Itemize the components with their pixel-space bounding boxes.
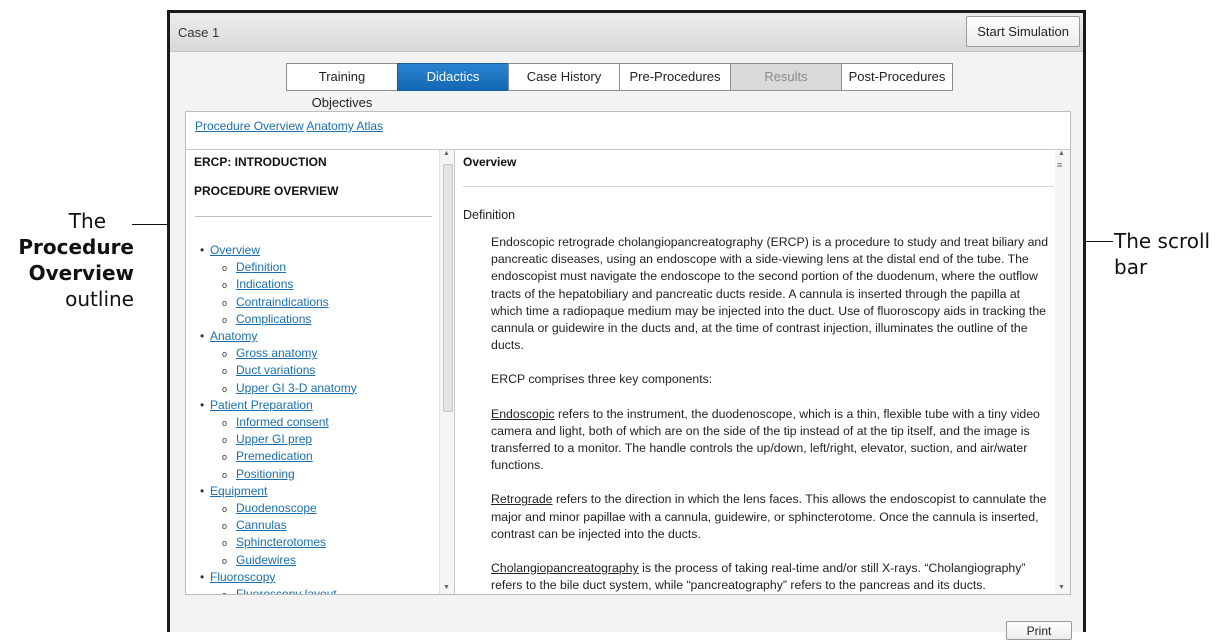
- paragraph-text: refers to the direction in which the len…: [491, 492, 1047, 541]
- scroll-up-arrow-icon[interactable]: ▲: [443, 150, 450, 157]
- outline-item: Sphincterotomes: [204, 534, 357, 552]
- outline-item: Overview: [200, 242, 357, 259]
- outline-link[interactable]: Premedication: [236, 449, 313, 463]
- tab-results: Results: [730, 63, 842, 91]
- section-heading: Definition: [463, 208, 516, 222]
- outline-item: Informed consent: [204, 414, 357, 432]
- outline-item: Upper GI 3-D anatomy: [204, 380, 357, 398]
- outline-callout: The Procedure Overview outline: [0, 208, 134, 312]
- outline-link[interactable]: Guidewires: [236, 553, 296, 567]
- outline-item: Complications: [204, 311, 357, 329]
- tab-training-objectives[interactable]: Training Objectives: [286, 63, 398, 110]
- outline-scroll-thumb[interactable]: [443, 164, 453, 412]
- print-button[interactable]: Print: [1006, 621, 1072, 640]
- content-divider: [463, 186, 1054, 187]
- scrollbar-callout: The scroll bar: [1114, 228, 1222, 280]
- didactics-panel: Procedure Overview Anatomy Atlas ERCP: I…: [185, 111, 1071, 595]
- outline-scrollbar[interactable]: ▲ ▼: [439, 150, 454, 594]
- tab-case-history[interactable]: Case History: [508, 63, 620, 91]
- outline-link[interactable]: Anatomy: [210, 329, 257, 343]
- paragraph-cholangiopancreatography: Cholangiopancreatography is the process …: [491, 560, 1053, 594]
- outline-link[interactable]: Contraindications: [236, 295, 329, 309]
- term-retrograde: Retrograde: [491, 492, 553, 507]
- outline-item: Anatomy: [200, 328, 357, 345]
- outline-item: Fluoroscopy layout: [204, 586, 357, 594]
- callout-text-2: Procedure: [18, 235, 134, 259]
- outline-link[interactable]: Indications: [236, 277, 293, 291]
- content-body: Endoscopic retrograde cholangiopancreato…: [491, 234, 1053, 594]
- paragraph-retrograde: Retrograde refers to the direction in wh…: [491, 491, 1053, 543]
- term-endoscopic: Endoscopic: [491, 406, 555, 421]
- scroll-grip-icon[interactable]: ≡: [1057, 160, 1062, 170]
- outline-link[interactable]: Informed consent: [236, 415, 329, 429]
- scroll-up-arrow-icon[interactable]: ▲: [1058, 150, 1065, 157]
- outline-item: Premedication: [204, 448, 357, 466]
- callout-text-3: Overview: [28, 261, 134, 285]
- tab-pre-procedures[interactable]: Pre-Procedures: [619, 63, 731, 91]
- outline-link[interactable]: Overview: [210, 243, 260, 257]
- content-scrollbar[interactable]: ▲ ≡ ▼: [1055, 150, 1070, 594]
- title-bar: Case 1 Start Simulation: [170, 13, 1083, 52]
- window-title: Case 1: [178, 25, 220, 40]
- case-window: Case 1 Start Simulation Training Objecti…: [167, 10, 1086, 640]
- outline-item: Duodenoscope: [204, 500, 357, 518]
- outline-link[interactable]: Duodenoscope: [236, 501, 317, 515]
- outline-link[interactable]: Upper GI prep: [236, 432, 312, 446]
- callout-text-5: The scroll: [1114, 229, 1211, 253]
- outline-link[interactable]: Fluoroscopy: [210, 570, 275, 584]
- content-title: Overview: [463, 155, 517, 169]
- outline-item: Definition: [204, 259, 357, 277]
- callout-text-4: outline: [65, 287, 134, 311]
- procedure-overview-link[interactable]: Procedure Overview: [195, 119, 304, 133]
- outline-item: Fluoroscopy: [200, 569, 357, 586]
- paragraph-text: refers to the instrument, the duodenosco…: [491, 406, 1040, 473]
- links-bar: Procedure Overview Anatomy Atlas: [186, 112, 1070, 150]
- outline-item: Upper GI prep: [204, 431, 357, 449]
- outline-item: Guidewires: [204, 552, 357, 570]
- outline-link[interactable]: Fluoroscopy layout: [236, 587, 337, 594]
- scroll-down-arrow-icon[interactable]: ▼: [443, 584, 450, 591]
- outline-pane: ERCP: INTRODUCTION PROCEDURE OVERVIEW Ov…: [186, 150, 455, 594]
- outline-item: Equipment: [200, 483, 357, 500]
- callout-text-6: bar: [1114, 255, 1148, 279]
- tab-bar: Training Objectives Didactics Case Histo…: [286, 63, 953, 110]
- links-row: Procedure Overview Anatomy Atlas: [195, 119, 383, 133]
- outline-item: Duct variations: [204, 362, 357, 380]
- anatomy-atlas-link[interactable]: Anatomy Atlas: [306, 119, 383, 133]
- start-simulation-button[interactable]: Start Simulation: [966, 16, 1080, 47]
- outline-link[interactable]: Cannulas: [236, 518, 287, 532]
- paragraph-endoscopic: Endoscopic refers to the instrument, the…: [491, 406, 1053, 475]
- outline-link[interactable]: Upper GI 3-D anatomy: [236, 381, 357, 395]
- tab-didactics[interactable]: Didactics: [397, 63, 509, 91]
- paragraph-definition: Endoscopic retrograde cholangiopancreato…: [491, 235, 1049, 353]
- scroll-down-arrow-icon[interactable]: ▼: [1058, 584, 1065, 591]
- outline-item: Patient Preparation: [200, 397, 357, 414]
- outline-subheading: PROCEDURE OVERVIEW: [194, 184, 339, 198]
- outline-item: Indications: [204, 276, 357, 294]
- outline-link[interactable]: Positioning: [236, 467, 295, 481]
- outline-link[interactable]: Patient Preparation: [210, 398, 313, 412]
- outline-link[interactable]: Gross anatomy: [236, 346, 317, 360]
- outline-link[interactable]: Sphincterotomes: [236, 535, 326, 549]
- term-cholangiopancreatography: Cholangiopancreatography: [491, 561, 639, 576]
- outline-item: Contraindications: [204, 294, 357, 312]
- outline-link[interactable]: Complications: [236, 312, 311, 326]
- outline-divider: [195, 216, 432, 217]
- callout-text-1: The: [68, 209, 106, 233]
- outline-heading: ERCP: INTRODUCTION: [194, 155, 327, 169]
- outline-link[interactable]: Equipment: [210, 484, 267, 498]
- outline-item: Cannulas: [204, 517, 357, 535]
- outline-link[interactable]: Definition: [236, 260, 286, 274]
- outline-item: Positioning: [204, 466, 357, 484]
- content-pane: Overview Definition Endoscopic retrograd…: [455, 150, 1070, 594]
- outline-item: Gross anatomy: [204, 345, 357, 363]
- procedure-overview-outline: Overview Definition Indications Contraindic…: [200, 242, 357, 594]
- tab-post-procedures[interactable]: Post-Procedures: [841, 63, 953, 91]
- outline-link[interactable]: Duct variations: [236, 363, 315, 377]
- paragraph-components: ERCP comprises three key components:: [491, 372, 713, 387]
